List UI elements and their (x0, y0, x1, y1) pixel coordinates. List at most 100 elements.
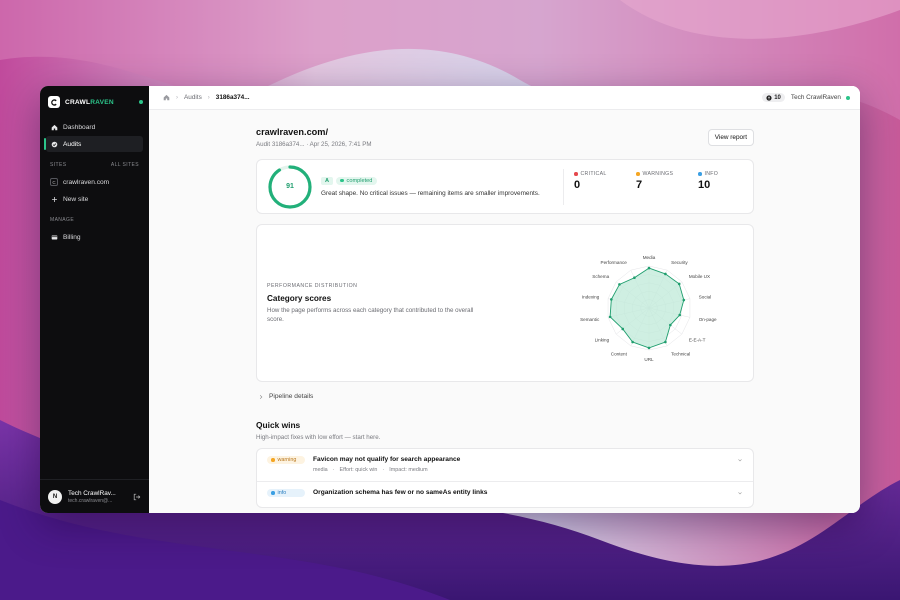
quick-win-title: Favicon may not qualify for search appea… (313, 456, 461, 463)
chevron-right-icon: › (176, 94, 178, 101)
quick-wins-list: warning Favicon may not qualify for sear… (256, 448, 754, 508)
page-title: crawlraven.com/ (256, 127, 329, 137)
stat-info[interactable]: INFO 10 (688, 169, 750, 205)
quick-wins-title: Quick wins (256, 420, 301, 430)
site-initial-badge: C (50, 178, 58, 186)
coin-icon (766, 94, 772, 101)
view-report-button[interactable]: View report (707, 129, 754, 146)
sidebar-nav: Dashboard Audits (40, 119, 149, 152)
critical-dot (574, 172, 578, 176)
radar-axis-label: Technical (671, 352, 690, 357)
radar-axis-label: Mobile UX (689, 274, 710, 279)
manage-section-header: MANAGE (40, 217, 149, 223)
list-item[interactable]: info Organization schema has few or no s… (257, 482, 753, 507)
topbar: › Audits › 3186a374... 10 Tech CrawlRave… (149, 86, 860, 110)
sites-heading: SITES (50, 162, 67, 168)
sidebar-item-label: Dashboard (63, 123, 96, 131)
severity-badge: warning (267, 456, 305, 464)
radar-point (677, 282, 681, 286)
home-icon[interactable] (163, 94, 170, 101)
pipeline-details-toggle[interactable]: Pipeline details (256, 393, 754, 400)
radar-point (633, 276, 636, 280)
breadcrumb: › Audits › 3186a374... (163, 94, 250, 101)
radar-point (631, 340, 634, 344)
manage-heading: MANAGE (50, 217, 75, 223)
radar-point (621, 327, 625, 331)
radar-point (647, 266, 651, 270)
all-sites-link[interactable]: ALL SITES (111, 162, 139, 168)
credit-card-icon (50, 233, 58, 241)
radar-point (608, 315, 612, 319)
stat-critical[interactable]: CRITICAL 0 (564, 169, 626, 205)
radar-point (647, 346, 651, 350)
sidebar-item-label: New site (63, 195, 89, 203)
sidebar-item-billing[interactable]: Billing (46, 229, 143, 245)
performance-eyebrow: PERFORMANCE DISTRIBUTION (267, 283, 358, 289)
category-radar-chart: Media Security Mobile UX Social On-page E-E-A… (580, 255, 717, 362)
breadcrumb-audits[interactable]: Audits (184, 94, 202, 101)
audit-subtitle: Audit 3186a374... · Apr 25, 2026, 7:41 P… (256, 141, 372, 148)
sidebar-item-label: Audits (63, 140, 82, 148)
chevron-down-icon[interactable] (737, 490, 743, 496)
radar-axis-label: Media (643, 255, 656, 260)
radar-axis-label: Performance (601, 260, 628, 265)
radar-point (664, 272, 667, 276)
stat-warnings[interactable]: WARNINGS 7 (626, 169, 688, 205)
online-status-dot (846, 95, 850, 100)
radar-axis-label: URL (644, 357, 654, 362)
crawlraven-logo-icon (48, 96, 60, 108)
user-account[interactable]: N Tech CrawlRav... tech.crawlraven@... (40, 479, 149, 513)
radar-axis-label: Schema (592, 274, 609, 279)
performance-card: PERFORMANCE DISTRIBUTION Category scores… (256, 224, 754, 382)
severity-badge: info (267, 489, 305, 497)
radar-point (618, 283, 621, 286)
account-name[interactable]: Tech CrawlRaven (791, 94, 841, 101)
sidebar-item-label: crawlraven.com (63, 178, 110, 186)
radar-point (682, 298, 686, 302)
sidebar-item-dashboard[interactable]: Dashboard (46, 119, 143, 135)
radar-axis-label: Indexing (582, 294, 600, 299)
warnings-count: 7 (636, 179, 643, 191)
quick-win-meta: media · Effort: quick win · Impact: medium (313, 467, 428, 473)
home-icon (50, 123, 58, 131)
radar-point (678, 313, 682, 317)
main-area: › Audits › 3186a374... 10 Tech CrawlRave… (149, 86, 860, 513)
radar-point (610, 298, 613, 301)
quick-wins-subtitle: High-impact fixes with low effort — star… (256, 434, 381, 441)
credits-count: 10 (774, 94, 781, 101)
radar-point (664, 340, 667, 344)
sidebar: CRAWLRAVEN Dashboard Audits SITES ALL SI… (40, 86, 149, 513)
avatar: N (48, 489, 62, 504)
radar-axis-label: On-page (699, 317, 717, 322)
score-summary: Great shape. No critical issues — remain… (321, 189, 540, 197)
credits-badge[interactable]: 10 (762, 93, 785, 102)
info-count: 10 (698, 179, 711, 191)
sites-section-header: SITES ALL SITES (40, 162, 149, 168)
brand-name: CRAWLRAVEN (65, 98, 114, 106)
chevron-down-icon[interactable] (737, 457, 743, 463)
score-card: 91 A completed Great shape. No critical … (256, 159, 754, 214)
list-item[interactable]: warning Favicon may not qualify for sear… (257, 449, 753, 482)
issue-stats: CRITICAL 0 WARNINGS 7 INFO 10 (563, 169, 750, 205)
status-badge: completed (336, 176, 378, 185)
sidebar-item-site[interactable]: C crawlraven.com (46, 174, 143, 190)
performance-description: How the page performs across each catego… (267, 307, 474, 323)
breadcrumb-current: 3186a374... (215, 94, 250, 101)
audits-icon (50, 140, 58, 148)
radar-axis-label: Content (611, 352, 628, 357)
logout-icon[interactable] (133, 493, 141, 501)
status-dot (139, 100, 143, 104)
info-dot (698, 172, 702, 176)
radar-axis-label: Semantic (580, 317, 600, 322)
brand[interactable]: CRAWLRAVEN (48, 91, 143, 113)
score-value: 91 (286, 183, 294, 190)
sidebar-item-label: Billing (63, 233, 81, 241)
score-gauge: 91 (267, 164, 313, 210)
sidebar-item-audits[interactable]: Audits (44, 136, 143, 152)
app-window: CRAWLRAVEN Dashboard Audits SITES ALL SI… (40, 86, 860, 513)
radar-axis-label: E-E-A-T (689, 338, 706, 343)
sidebar-item-new-site[interactable]: New site (46, 191, 143, 207)
user-name: Tech CrawlRav... (68, 489, 116, 497)
radar-axis-label: Social (699, 294, 712, 299)
grade-badge: A (321, 176, 334, 185)
